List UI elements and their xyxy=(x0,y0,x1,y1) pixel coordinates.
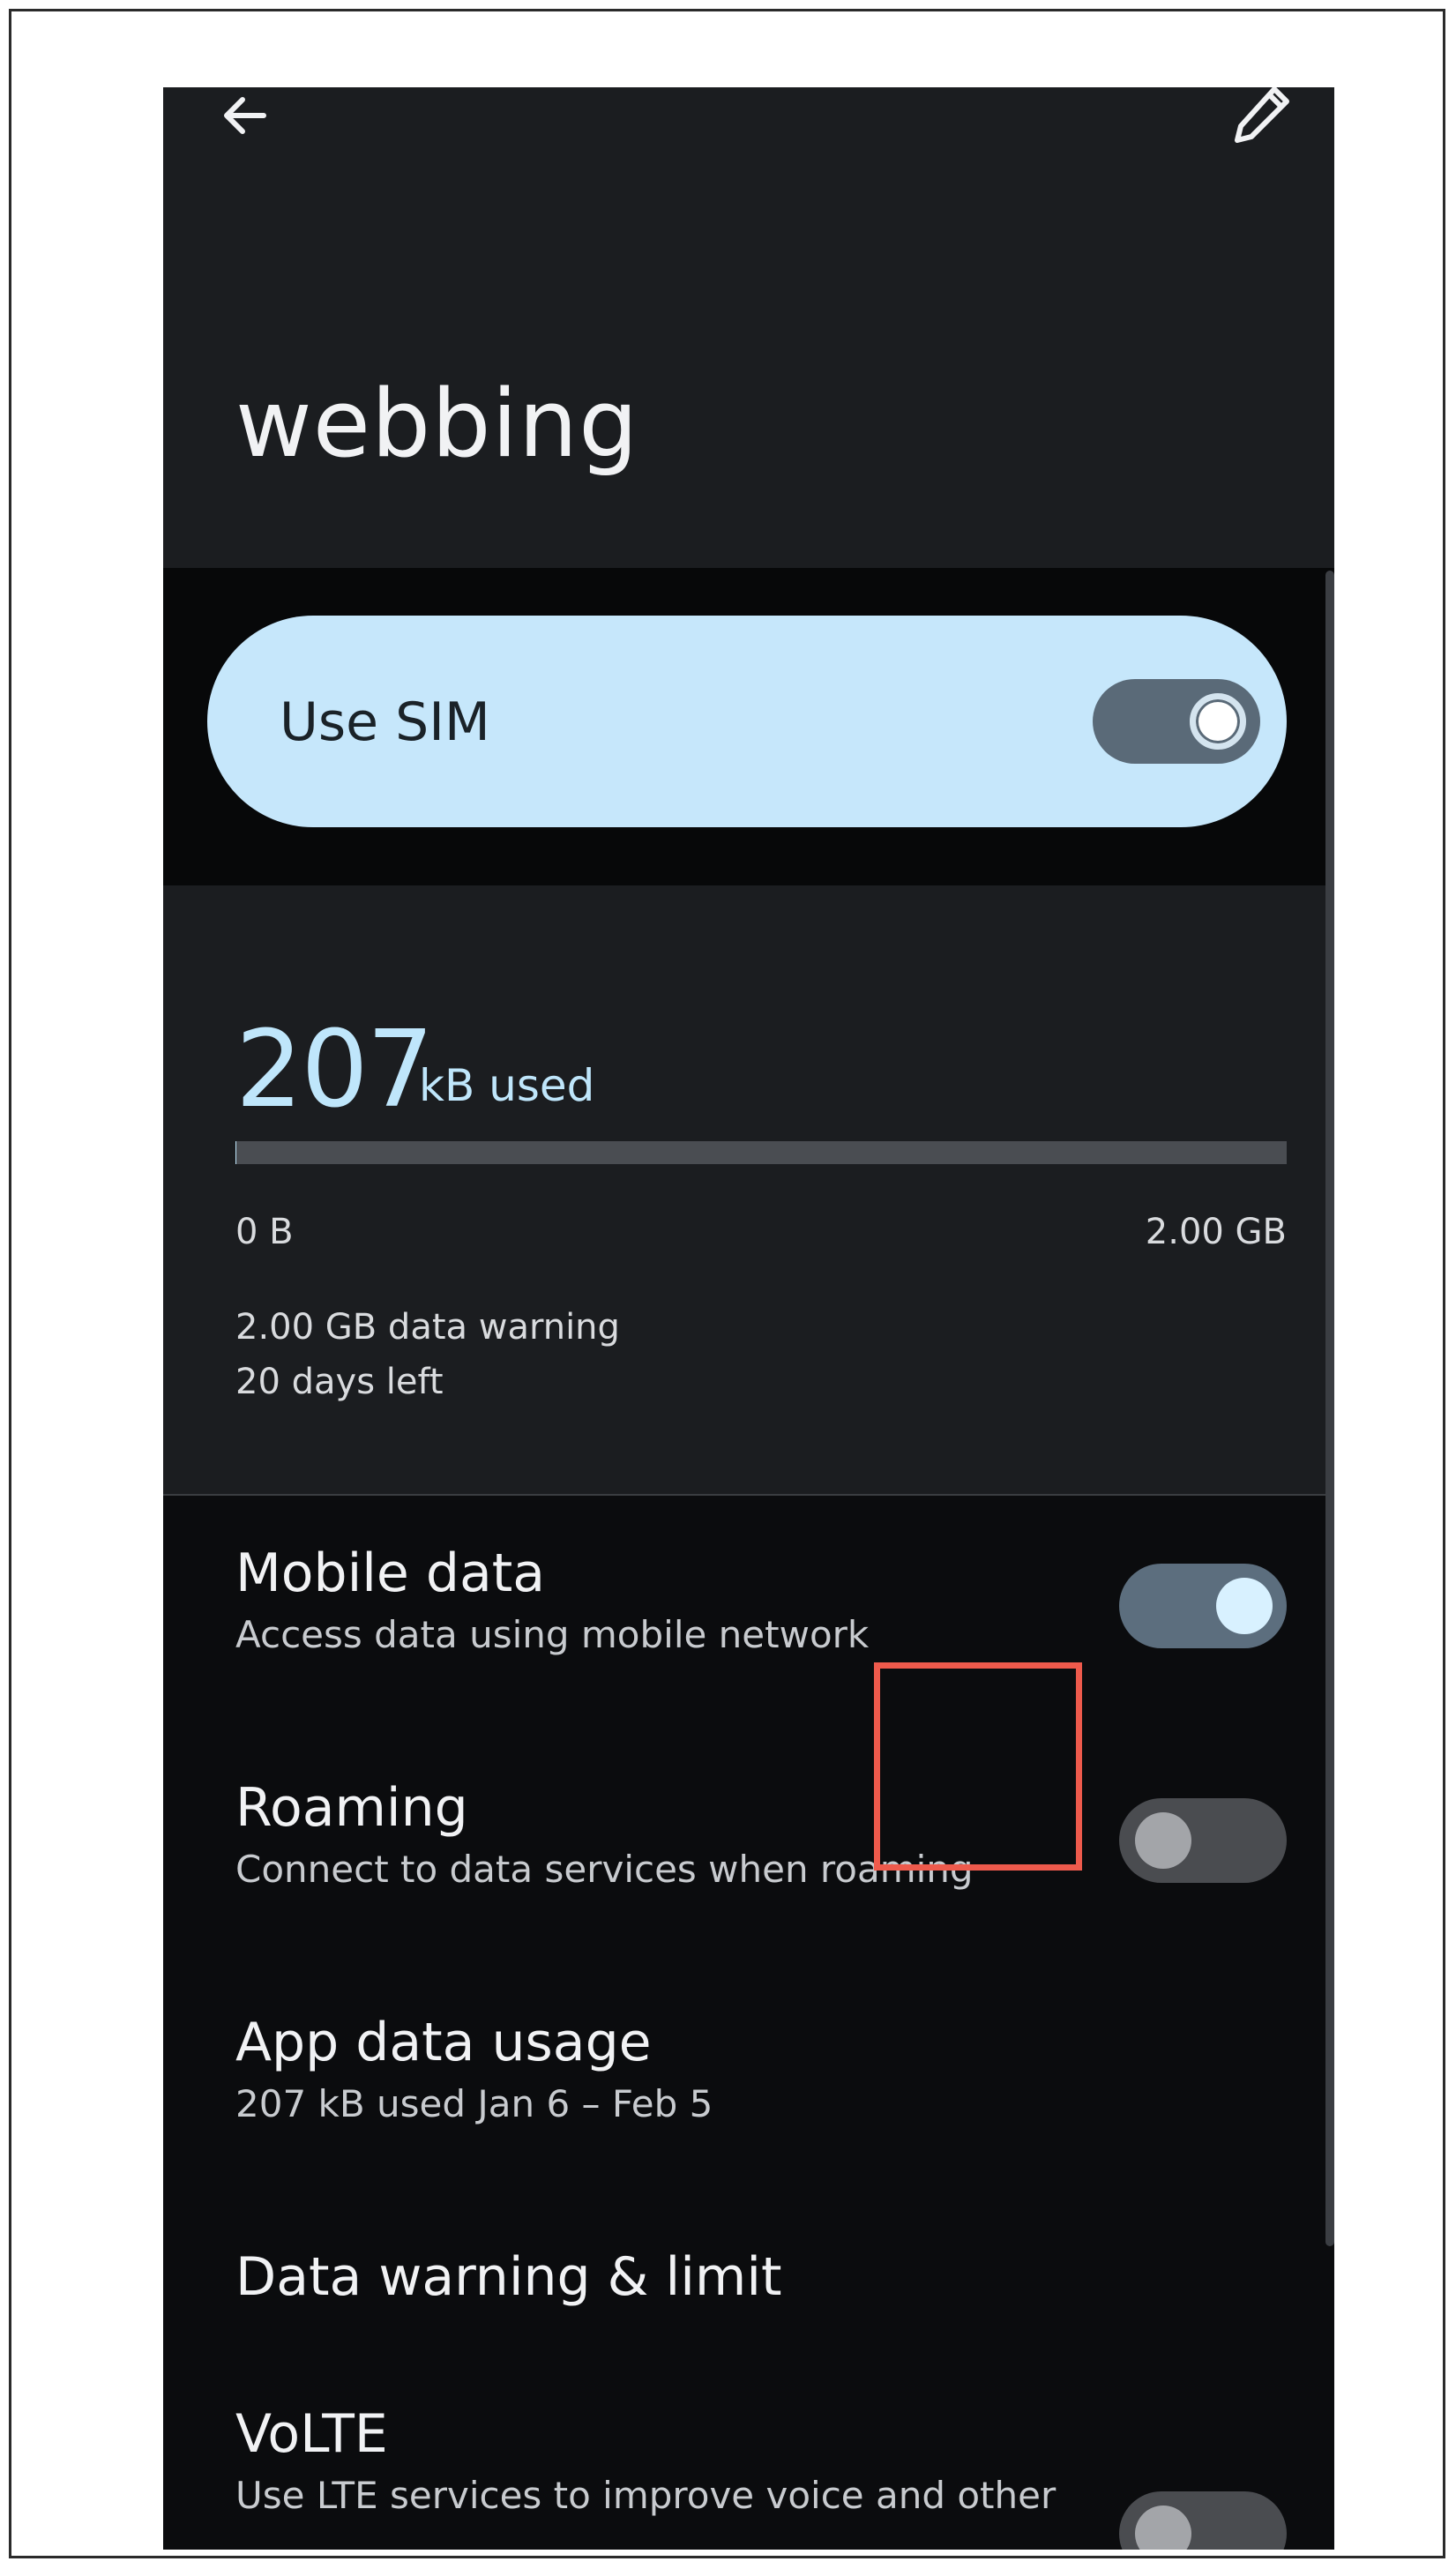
setting-subtitle: Access data using mobile network xyxy=(235,1613,870,1656)
volte-toggle[interactable] xyxy=(1119,2491,1287,2550)
setting-title: Roaming xyxy=(235,1777,468,1839)
setting-volte[interactable]: VoLTE Use LTE services to improve voice … xyxy=(163,2403,1334,2550)
use-sim-label: Use SIM xyxy=(280,691,490,753)
phone-screen: webbing Use SIM 207 kB used 0 B 2.00 GB … xyxy=(163,87,1334,2550)
toggle-knob xyxy=(1135,1812,1191,1869)
usage-progress-bar xyxy=(235,1141,1287,1164)
days-left-text: 20 days left xyxy=(235,1362,444,1402)
setting-title: App data usage xyxy=(235,2012,652,2073)
roaming-toggle-highlight xyxy=(874,1662,1082,1871)
mobile-data-toggle[interactable] xyxy=(1119,1564,1287,1648)
toggle-knob xyxy=(1190,693,1246,750)
setting-subtitle: Use LTE services to improve voice and ot… xyxy=(235,2474,1057,2517)
usage-max-label: 2.00 GB xyxy=(1145,1212,1287,1252)
usage-min-label: 0 B xyxy=(235,1212,294,1252)
setting-title: VoLTE xyxy=(235,2403,388,2465)
pencil-edit-icon[interactable] xyxy=(1230,87,1294,146)
usage-amount: 207 xyxy=(235,1009,434,1131)
setting-mobile-data[interactable]: Mobile data Access data using mobile net… xyxy=(163,1542,1334,1763)
roaming-toggle[interactable] xyxy=(1119,1798,1287,1883)
setting-subtitle: Connect to data services when roaming xyxy=(235,1848,974,1891)
data-usage-panel: 207 kB used 0 B 2.00 GB 2.00 GB data war… xyxy=(163,885,1334,1496)
data-warning-text: 2.00 GB data warning xyxy=(235,1307,620,1348)
app-bar: webbing xyxy=(163,87,1334,568)
page-title: webbing xyxy=(235,370,639,478)
setting-app-data-usage[interactable]: App data usage 207 kB used Jan 6 – Feb 5 xyxy=(163,2012,1334,2232)
setting-title: Data warning & limit xyxy=(235,2246,782,2308)
arrow-back-icon[interactable] xyxy=(216,87,273,144)
toggle-knob xyxy=(1135,2506,1191,2550)
setting-title: Mobile data xyxy=(235,1542,546,1604)
setting-roaming[interactable]: Roaming Connect to data services when ro… xyxy=(163,1777,1334,1998)
toggle-knob xyxy=(1216,1578,1273,1634)
usage-unit: kB used xyxy=(419,1060,595,1111)
use-sim-section: Use SIM xyxy=(163,568,1334,885)
use-sim-toggle[interactable] xyxy=(1093,679,1260,764)
use-sim-card[interactable]: Use SIM xyxy=(207,616,1287,827)
screenshot-frame: webbing Use SIM 207 kB used 0 B 2.00 GB … xyxy=(9,9,1445,2558)
scrollbar[interactable] xyxy=(1325,571,1334,2246)
setting-subtitle: 207 kB used Jan 6 – Feb 5 xyxy=(235,2082,713,2125)
